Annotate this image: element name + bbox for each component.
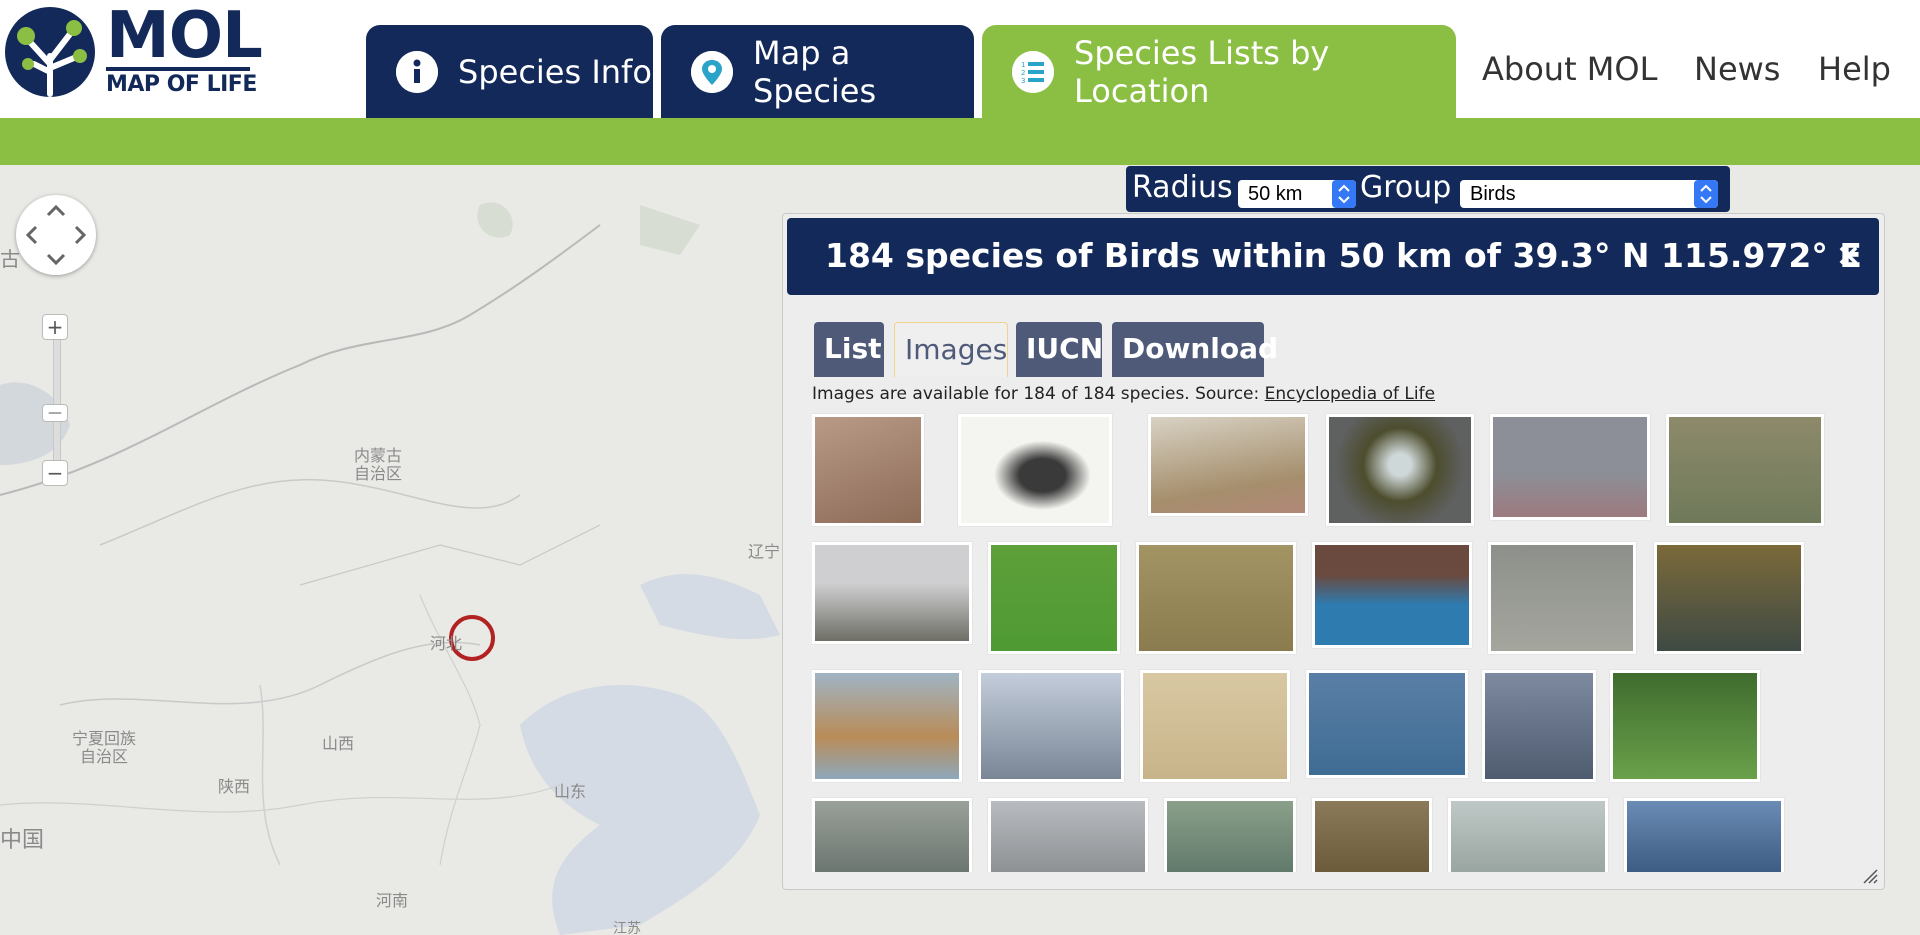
tab-species-info-label: Species Info [458, 52, 652, 91]
tab-download[interactable]: Download [1112, 322, 1278, 377]
tab-species-lists-by-location[interactable]: 123 Species Lists by Location [982, 25, 1456, 118]
species-thumbnail[interactable] [1164, 798, 1296, 872]
images-source-note: Images are available for 184 of 184 spec… [812, 384, 1435, 404]
zoom-out-button[interactable]: − [42, 460, 68, 486]
svg-text:1: 1 [1021, 61, 1025, 69]
radius-value: 50 km [1248, 183, 1303, 205]
map-label: 江苏 [613, 921, 641, 935]
pan-arrows-icon [25, 204, 87, 266]
species-thumbnail[interactable] [1148, 414, 1308, 516]
species-image-grid [812, 410, 1872, 872]
svg-text:2: 2 [1021, 69, 1025, 77]
map-label: 陕西 [218, 777, 251, 796]
species-thumbnail[interactable] [812, 670, 962, 782]
tab-list[interactable]: List [814, 322, 884, 377]
species-thumbnail[interactable] [812, 542, 972, 644]
radius-label: Radius [1132, 170, 1233, 205]
map-label: 辽宁 [748, 542, 781, 561]
map-label: 山东 [554, 782, 587, 801]
close-button[interactable]: × [1836, 238, 1861, 273]
species-thumbnail[interactable] [1488, 542, 1636, 654]
select-arrows-icon [1694, 180, 1718, 208]
map-label: 内蒙古 自治区 [354, 446, 403, 483]
panel-header: 184 species of Birds within 50 km of 39.… [787, 218, 1879, 295]
map-label: 河南 [376, 891, 409, 910]
green-bar [0, 118, 1920, 165]
header: MOL MAP OF LIFE Species Info Map a Speci… [0, 0, 1920, 118]
species-thumbnail[interactable] [988, 542, 1120, 654]
species-thumbnail[interactable] [812, 414, 924, 526]
globe-tree-icon [5, 7, 95, 97]
logo-subtitle: MAP OF LIFE [106, 72, 257, 97]
group-value: Birds [1470, 183, 1516, 205]
species-thumbnail[interactable] [1482, 670, 1596, 782]
tab-images[interactable]: Images [894, 322, 1008, 377]
select-arrows-icon [1332, 180, 1356, 208]
panel-title: 184 species of Birds within 50 km of 39.… [825, 236, 1862, 275]
species-thumbnail[interactable] [1140, 670, 1290, 782]
species-thumbnail[interactable] [1654, 542, 1804, 654]
zoom-in-button[interactable]: + [42, 314, 68, 340]
species-thumbnail[interactable] [1490, 414, 1650, 520]
map-label: 中国 [0, 828, 45, 853]
svg-text:3: 3 [1021, 77, 1025, 85]
map-pin-icon [691, 50, 733, 93]
species-thumbnail[interactable] [978, 670, 1124, 782]
species-thumbnail[interactable] [1326, 414, 1474, 526]
species-thumbnail[interactable] [1306, 670, 1468, 778]
tab-map-a-species[interactable]: Map a Species [661, 25, 974, 118]
species-thumbnail[interactable] [1448, 798, 1608, 872]
info-icon [396, 50, 438, 93]
zoom-slider-rail[interactable] [53, 318, 61, 480]
resize-handle-icon[interactable] [1862, 868, 1878, 884]
map-label: 河北 [430, 634, 463, 653]
map-label: 山西 [322, 734, 355, 753]
tab-map-a-species-label: Map a Species [753, 33, 877, 110]
species-thumbnail[interactable] [1610, 670, 1760, 782]
numbered-list-icon: 123 [1012, 50, 1054, 93]
search-controls: Radius 50 km Group Birds [1126, 166, 1730, 212]
logo-text: MOL MAP OF LIFE [106, 0, 263, 97]
mol-logo[interactable]: MOL MAP OF LIFE [4, 0, 263, 98]
group-label: Group [1360, 170, 1452, 205]
species-thumbnail[interactable] [1312, 542, 1472, 648]
tab-species-lists-label: Species Lists by Location [1074, 33, 1330, 110]
pan-control[interactable] [16, 195, 96, 275]
species-thumbnail[interactable] [812, 798, 972, 872]
species-thumbnail[interactable] [1666, 414, 1824, 526]
tab-iucn[interactable]: IUCN [1016, 322, 1103, 377]
species-thumbnail[interactable] [958, 414, 1112, 526]
zoom-slider-handle[interactable]: — [42, 404, 68, 422]
nav-about-mol[interactable]: About MOL [1482, 50, 1657, 88]
map-label: 宁夏回族 自治区 [72, 729, 137, 766]
eol-link[interactable]: Encyclopedia of Life [1265, 384, 1435, 404]
group-select[interactable]: Birds [1460, 180, 1718, 208]
species-thumbnail[interactable] [1624, 798, 1784, 872]
radius-select[interactable]: 50 km [1238, 180, 1356, 208]
logo-title: MOL [106, 0, 263, 73]
species-thumbnail[interactable] [988, 798, 1148, 872]
species-thumbnail[interactable] [1312, 798, 1432, 872]
species-thumbnail[interactable] [1136, 542, 1296, 654]
images-source-text: Images are available for 184 of 184 spec… [812, 384, 1265, 404]
nav-news[interactable]: News [1694, 50, 1780, 88]
nav-help[interactable]: Help [1818, 50, 1891, 88]
tab-species-info[interactable]: Species Info [366, 25, 653, 118]
